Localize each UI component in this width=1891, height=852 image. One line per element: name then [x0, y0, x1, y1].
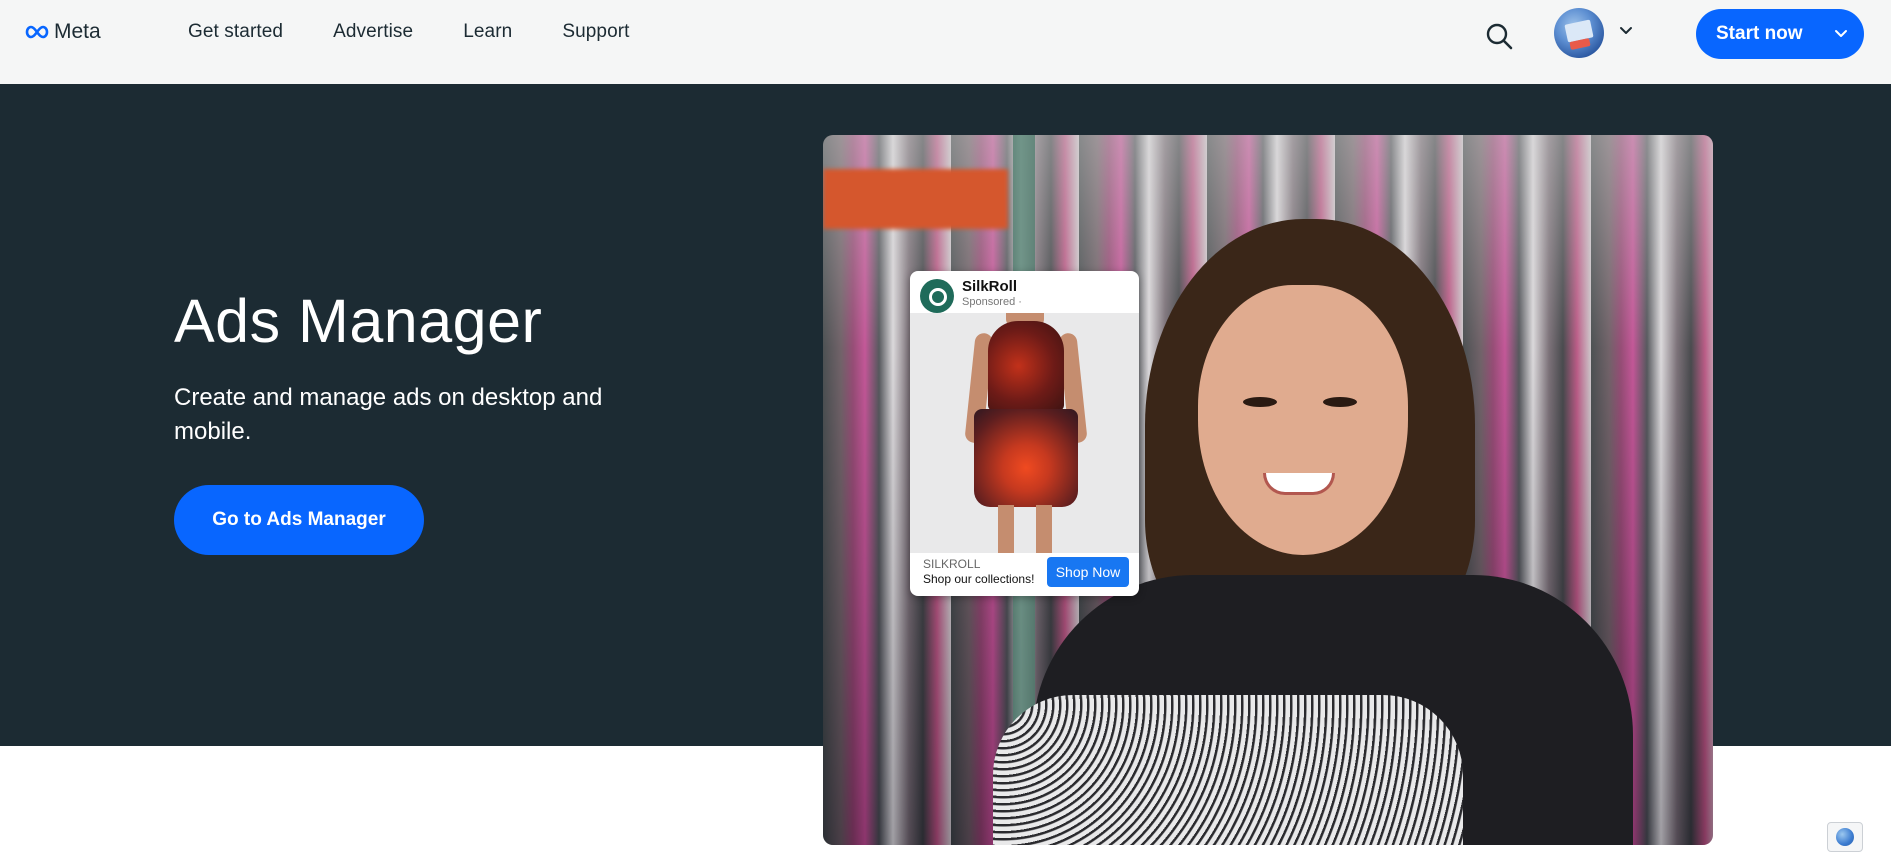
- meta-logo-text: Meta: [54, 20, 101, 43]
- dress-bodice: [988, 321, 1064, 411]
- photo-person-smile: [1263, 473, 1335, 495]
- ad-footer-text: Shop our collections!: [923, 572, 1035, 586]
- photo-person-eye: [1323, 397, 1357, 407]
- model-leg: [1036, 505, 1052, 553]
- ad-brand-name: SilkRoll: [962, 278, 1018, 295]
- photo-person-face: [1198, 285, 1408, 555]
- ad-sponsored-label: Sponsored ·: [962, 296, 1022, 308]
- photo-person-eye: [1243, 397, 1277, 407]
- chevron-down-icon[interactable]: [1617, 22, 1635, 40]
- hero-subtitle: Create and manage ads on desktop and mob…: [174, 384, 603, 445]
- meta-logo[interactable]: Meta: [24, 20, 101, 44]
- main-nav: Get started Advertise Learn Support: [188, 21, 630, 43]
- globe-icon[interactable]: [1827, 822, 1863, 852]
- search-icon[interactable]: [1484, 21, 1514, 51]
- brand-logo-icon: [920, 279, 954, 313]
- photo-sign: [823, 169, 1008, 229]
- start-now-label: Start now: [1716, 23, 1803, 44]
- nav-learn[interactable]: Learn: [463, 21, 512, 43]
- nav-support[interactable]: Support: [562, 21, 629, 43]
- meta-infinity-icon: [25, 25, 49, 39]
- model-leg: [998, 505, 1014, 553]
- ad-product-image: [910, 313, 1139, 553]
- nav-get-started[interactable]: Get started: [188, 21, 283, 43]
- ad-footer-brand: SILKROLL: [923, 557, 981, 571]
- photo-fabric: [993, 695, 1463, 845]
- chevron-down-icon: [1835, 30, 1847, 37]
- top-navigation-bar: Meta Get started Advertise Learn Support…: [0, 0, 1891, 84]
- ad-preview-card: SilkRoll Sponsored · SILKROLL Shop our c…: [910, 271, 1139, 596]
- nav-advertise[interactable]: Advertise: [333, 21, 413, 43]
- page-title: Ads Manager: [174, 287, 543, 355]
- go-to-ads-manager-button[interactable]: Go to Ads Manager: [174, 485, 424, 555]
- start-now-button[interactable]: Start now: [1696, 9, 1864, 59]
- dress-skirt: [974, 409, 1078, 507]
- shop-now-button[interactable]: Shop Now: [1047, 557, 1129, 587]
- account-avatar[interactable]: [1554, 8, 1604, 58]
